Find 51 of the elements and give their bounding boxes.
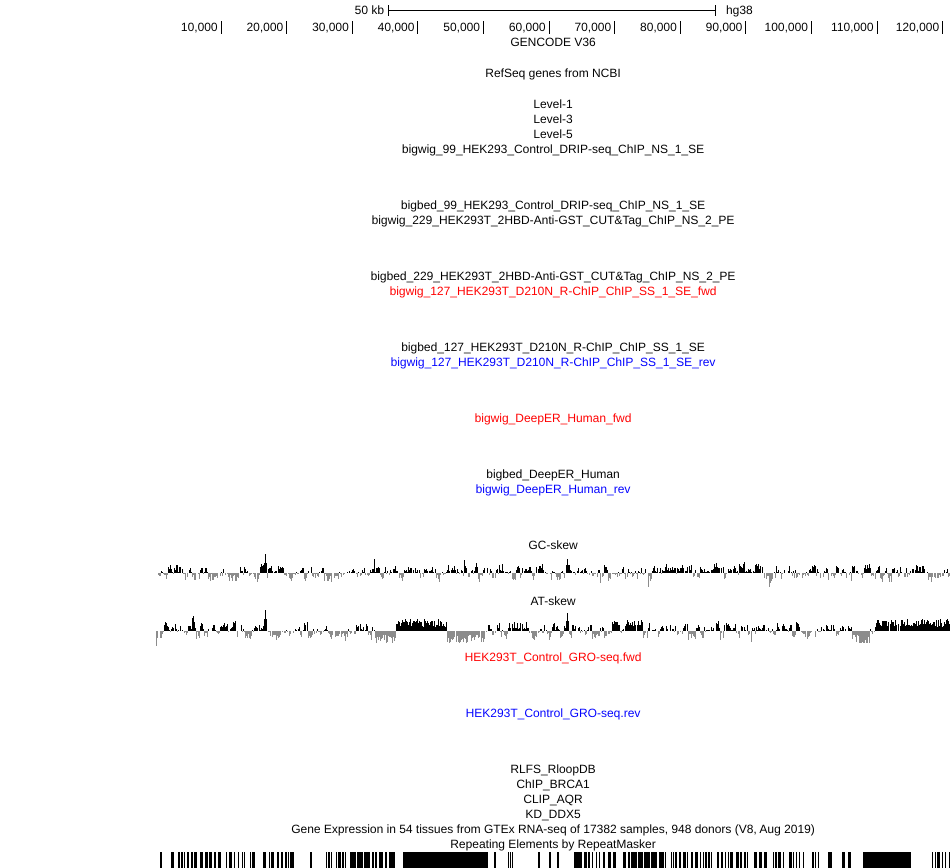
tick-mark (614, 21, 616, 34)
track-label: AT-skew (530, 594, 576, 609)
tick-mark (220, 21, 222, 34)
position-label: 20,000 (246, 20, 284, 35)
position-label: 80,000 (640, 20, 677, 35)
track-label: ChIP_BRCA1 (516, 777, 590, 792)
track-label: KD_DDX5 (525, 807, 581, 822)
track-label: HEK293T_Control_GRO-seq.rev (466, 706, 640, 721)
track-label: Level-5 (533, 127, 573, 142)
track-label: GC-skew (528, 538, 578, 553)
tick-mark (548, 21, 550, 34)
position-label: 90,000 (706, 20, 742, 35)
track-label: bigbed_229_HEK293T_2HBD-Anti-GST_CUT&Tag_ChIP_NS_2_PE (370, 269, 736, 284)
tick-mark (876, 21, 878, 34)
position-label: 60,000 (508, 20, 546, 35)
scale-label: 50 kb (354, 3, 384, 18)
track-label: bigbed_127_HEK293T_D210N_R-ChIP_ChIP_SS_1_SE (401, 340, 705, 355)
tick-mark (810, 21, 812, 34)
position-label: 110,000 (831, 20, 874, 35)
position-label: 40,000 (378, 20, 414, 35)
track-label: bigwig_127_HEK293T_D210N_R-ChIP_ChIP_SS_1_SE_fwd (390, 284, 716, 299)
tick-mark (286, 21, 288, 34)
track-label: bigbed_99_HEK293_Control_DRIP-seq_ChIP_NS_1_SE (400, 198, 706, 213)
track-label: bigwig_127_HEK293T_D210N_R-ChIP_ChIP_SS_1_SE_rev (390, 355, 716, 370)
track-label: bigwig_229_HEK293T_2HBD-Anti-GST_CUT&Tag_ChIP_NS_2_PE (372, 213, 734, 228)
tick-mark (680, 21, 681, 34)
position-label: 120,000 (896, 20, 940, 35)
position-label: 70,000 (574, 20, 612, 35)
track-label: Gene Expression in 54 tissues from GTEx RNA-seq of 17382 samples, 948 donors (V8, Aug 2019) (291, 822, 815, 837)
tick-mark (482, 21, 484, 34)
track-label: bigwig_DeepER_Human_fwd (474, 411, 632, 426)
position-label: 100,000 (764, 20, 808, 35)
track-label: RLFS_RloopDB (510, 762, 596, 777)
tick-mark (745, 21, 746, 34)
track-label: Level-1 (533, 97, 573, 112)
track-label: HEK293T_Control_GRO-seq.fwd (464, 650, 642, 665)
track-label: CLIP_AQR (523, 792, 583, 807)
track-label: Repeating Elements by RepeatMasker (450, 837, 656, 852)
tick-mark (417, 21, 418, 34)
track-label: GENCODE V36 (510, 35, 596, 50)
position-label: 10,000 (180, 20, 218, 35)
track-label: RefSeq genes from NCBI (485, 66, 621, 81)
tick-mark (352, 21, 353, 34)
position-label: 50,000 (443, 20, 480, 35)
assembly-label: hg38 (726, 3, 753, 18)
track-label: bigwig_DeepER_Human_rev (476, 482, 630, 497)
track-label: bigbed_DeepER_Human (486, 467, 620, 482)
track-label: Level-3 (533, 112, 573, 127)
position-label: 30,000 (312, 20, 349, 35)
track-label: bigwig_99_HEK293_Control_DRIP-seq_ChIP_NS_1_SE (402, 142, 704, 157)
tick-mark (942, 21, 944, 34)
